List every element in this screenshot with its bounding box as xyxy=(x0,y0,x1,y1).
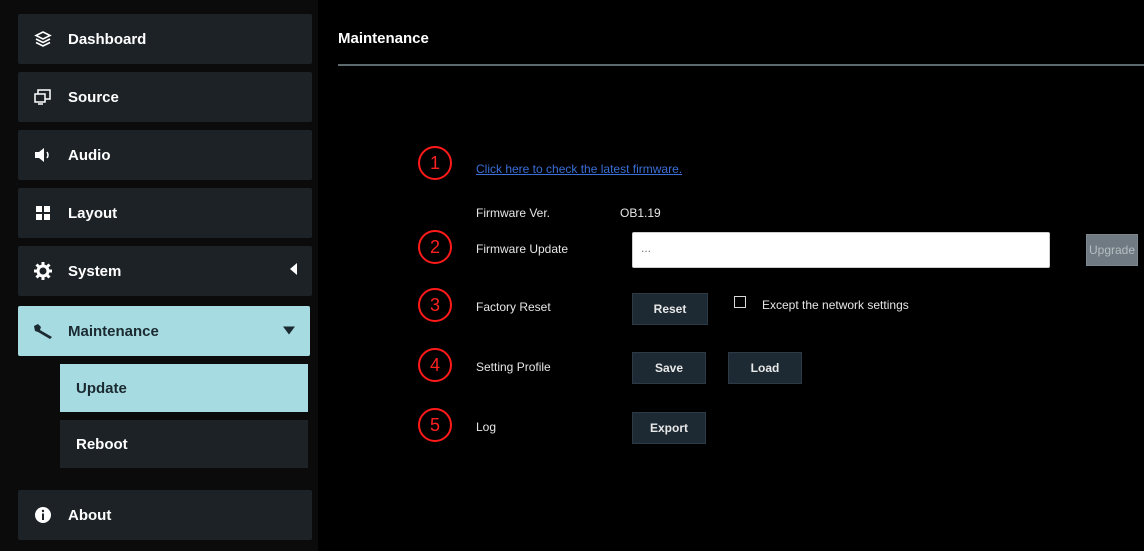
wrench-icon xyxy=(32,320,54,342)
sidebar-item-label: Dashboard xyxy=(68,30,147,48)
upgrade-button[interactable]: Upgrade xyxy=(1086,234,1138,266)
firmware-file-input[interactable]: ... xyxy=(632,232,1050,268)
sidebar-item-layout[interactable]: Layout xyxy=(18,188,312,238)
sidebar: Dashboard Source Audio Layout System Mai… xyxy=(0,0,318,551)
log-label: Log xyxy=(476,420,497,434)
except-network-label: Except the network settings xyxy=(762,298,909,312)
except-network-checkbox[interactable] xyxy=(734,296,746,308)
firmware-version-value: OB1.19 xyxy=(620,206,661,220)
gear-icon xyxy=(32,260,54,282)
callout-3: 3 xyxy=(418,288,452,322)
sidebar-item-about[interactable]: About xyxy=(18,490,312,540)
grid-icon xyxy=(32,202,54,224)
sidebar-subitem-reboot[interactable]: Reboot xyxy=(60,420,308,468)
sidebar-item-system[interactable]: System xyxy=(18,246,312,296)
sidebar-item-label: Maintenance xyxy=(68,322,159,340)
speaker-icon xyxy=(32,144,54,166)
factory-reset-label: Factory Reset xyxy=(476,300,551,314)
page-title: Maintenance xyxy=(338,30,429,47)
firmware-update-label: Firmware Update xyxy=(476,242,569,256)
monitor-icon xyxy=(32,86,54,108)
main-panel: Maintenance 1 Click here to check the la… xyxy=(318,0,1144,551)
setting-profile-label: Setting Profile xyxy=(476,360,551,374)
sidebar-item-dashboard[interactable]: Dashboard xyxy=(18,14,312,64)
title-divider xyxy=(338,64,1144,66)
reset-button[interactable]: Reset xyxy=(632,293,708,325)
sidebar-item-label: About xyxy=(68,506,112,524)
sidebar-item-audio[interactable]: Audio xyxy=(18,130,312,180)
check-firmware-link[interactable]: Click here to check the latest firmware. xyxy=(476,162,682,176)
callout-2: 2 xyxy=(418,230,452,264)
sidebar-subitem-label: Reboot xyxy=(76,435,128,453)
sidebar-item-label: Audio xyxy=(68,146,111,164)
sidebar-item-maintenance[interactable]: Maintenance xyxy=(18,306,310,356)
sidebar-item-label: Layout xyxy=(68,204,118,222)
chevron-down-icon xyxy=(282,323,296,340)
layers-icon xyxy=(32,28,54,50)
callout-4: 4 xyxy=(418,348,452,382)
info-icon xyxy=(32,504,54,526)
firmware-version-label: Firmware Ver. xyxy=(476,206,551,220)
sidebar-subitem-update[interactable]: Update xyxy=(60,364,308,412)
sidebar-item-source[interactable]: Source xyxy=(18,72,312,122)
sidebar-item-label: Source xyxy=(68,88,119,106)
sidebar-subitem-label: Update xyxy=(76,379,127,397)
callout-1: 1 xyxy=(418,146,452,180)
chevron-left-icon xyxy=(288,262,298,280)
export-button[interactable]: Export xyxy=(632,412,706,444)
save-button[interactable]: Save xyxy=(632,352,706,384)
load-button[interactable]: Load xyxy=(728,352,802,384)
callout-5: 5 xyxy=(418,408,452,442)
sidebar-item-label: System xyxy=(68,262,122,280)
